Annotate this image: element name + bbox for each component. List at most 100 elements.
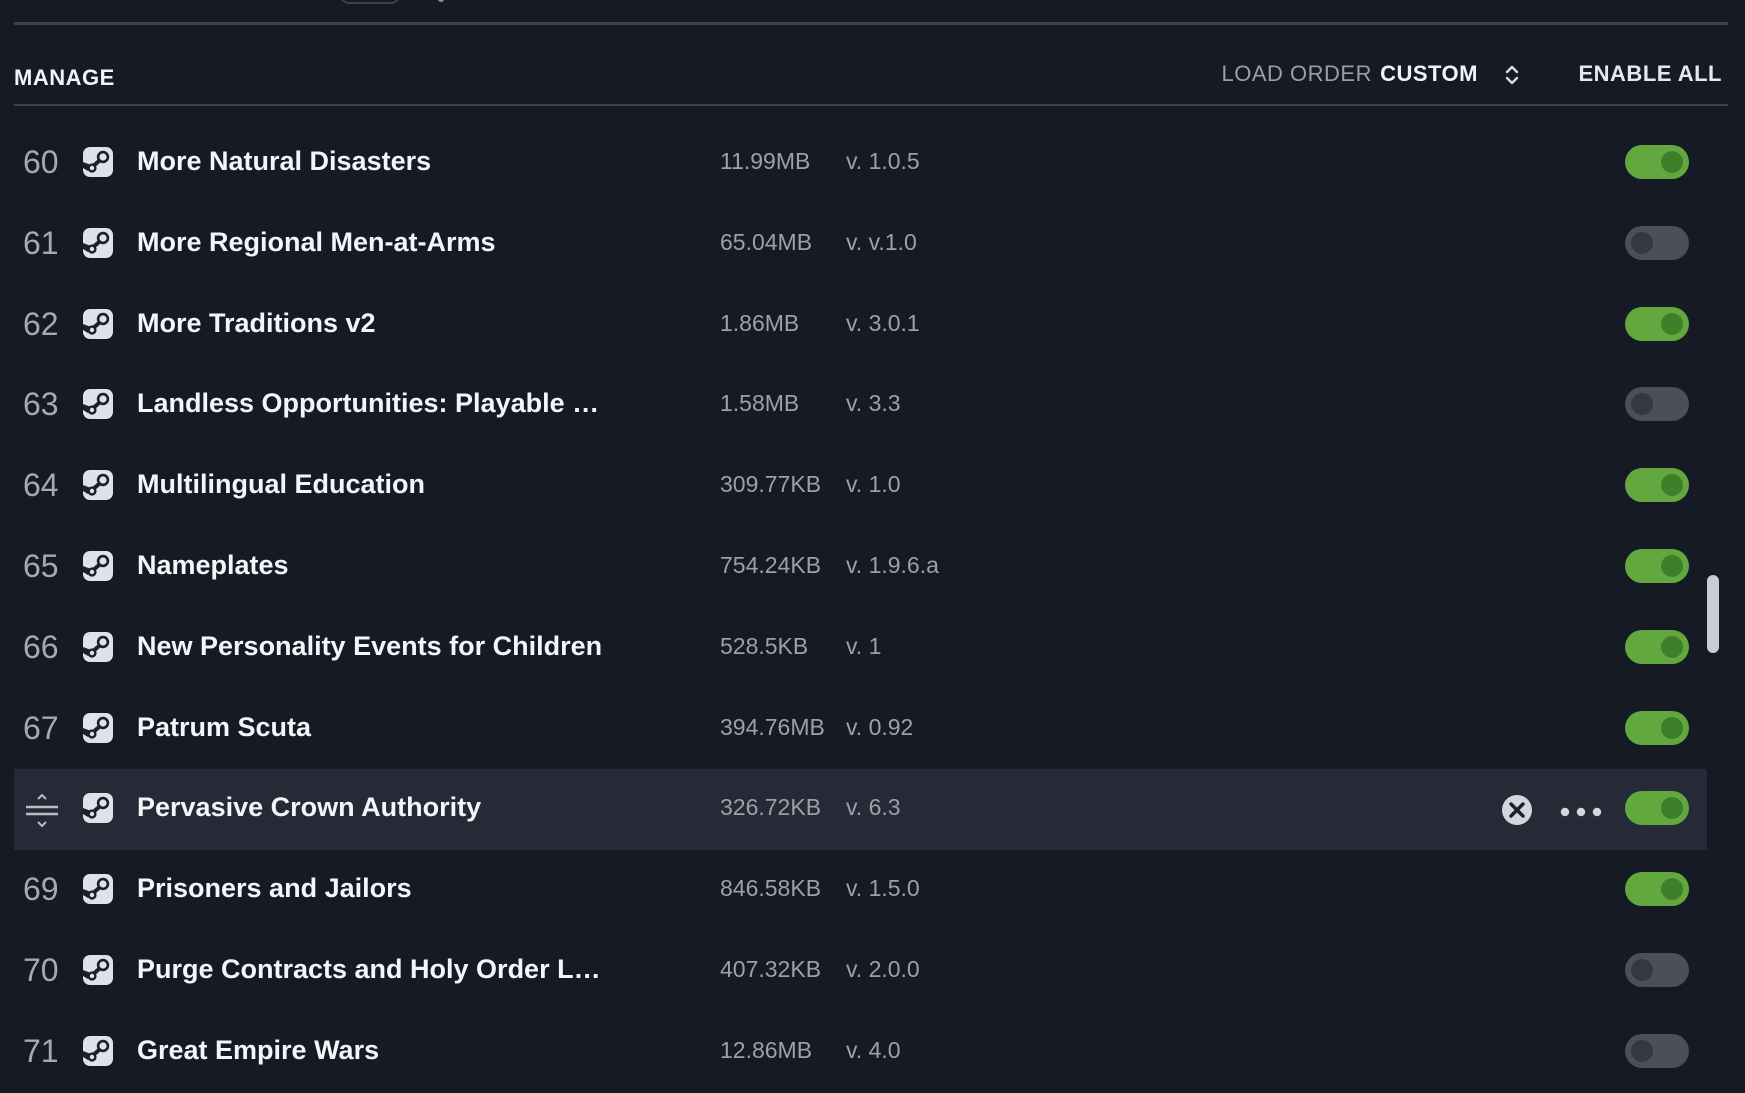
mod-version: v. 1 <box>846 632 882 659</box>
mod-name: Patrum Scuta <box>137 711 312 742</box>
mod-size: 846.58KB <box>720 875 822 902</box>
steam-icon <box>83 712 113 743</box>
mod-version: v. v.1.0 <box>846 228 917 255</box>
toggle-knob <box>1661 554 1683 577</box>
toggle-knob <box>1631 393 1653 416</box>
toggle-knob <box>1661 474 1683 497</box>
toggle-knob <box>1661 151 1683 173</box>
toggle-knob <box>1661 312 1683 335</box>
mod-row[interactable]: Pervasive Crown Authority 326.72KB v. 6.… <box>14 769 1707 851</box>
manage-header: MANAGE LOAD ORDER CUSTOM ENABLE ALL <box>14 50 1728 106</box>
mod-size: 309.77KB <box>720 471 822 498</box>
enable-toggle[interactable] <box>1625 1033 1689 1068</box>
enable-toggle[interactable] <box>1625 468 1689 503</box>
enable-toggle[interactable] <box>1625 629 1689 664</box>
enable-toggle[interactable] <box>1625 306 1689 341</box>
load-order-select[interactable]: CUSTOM <box>1380 61 1478 87</box>
mod-version: v. 6.3 <box>846 794 901 821</box>
steam-icon <box>83 793 113 824</box>
mod-version: v. 1.9.6.a <box>846 551 939 578</box>
steam-icon <box>83 470 113 501</box>
mod-index: 65 <box>23 547 59 584</box>
mod-row[interactable]: 66 New Personality Events for Children 5… <box>14 608 1707 689</box>
mod-index: 62 <box>23 305 59 342</box>
toggle-knob <box>1631 1039 1653 1062</box>
steam-icon <box>83 631 113 662</box>
steam-icon <box>83 954 113 985</box>
steam-icon <box>83 308 113 339</box>
mod-version: v. 3.0.1 <box>846 309 920 336</box>
mod-list: 60 More Natural Disasters 11.99MB v. 1.0… <box>14 123 1707 1093</box>
mod-version: v. 0.92 <box>846 713 914 740</box>
mod-size: 1.58MB <box>720 390 800 417</box>
toggle-knob <box>1661 635 1683 658</box>
enable-all-button[interactable]: ENABLE ALL <box>1578 61 1722 87</box>
mod-index: 60 <box>23 144 59 180</box>
steam-icon <box>83 227 113 258</box>
toggle-knob <box>1661 797 1683 820</box>
mod-row[interactable]: 65 Nameplates 754.24KB v. 1.9.6.a <box>14 527 1707 608</box>
enable-toggle[interactable] <box>1625 387 1689 422</box>
mod-size: 528.5KB <box>720 632 809 659</box>
toggle-knob <box>1631 231 1653 254</box>
steam-icon <box>83 550 113 581</box>
mod-name: More Natural Disasters <box>137 146 432 176</box>
toggle-knob <box>1631 958 1653 981</box>
mod-name: Multilingual Education <box>137 469 425 500</box>
mod-row[interactable]: 71 Great Empire Wars 12.86MB v. 4.0 <box>14 1012 1707 1093</box>
sort-updown-icon[interactable] <box>1504 62 1520 88</box>
mod-name: Nameplates <box>137 549 289 580</box>
enable-toggle[interactable] <box>1625 872 1689 907</box>
manage-title: MANAGE <box>14 65 115 90</box>
mod-index: 61 <box>23 224 59 261</box>
mod-size: 754.24KB <box>720 551 822 578</box>
mod-name: Prisoners and Jailors <box>137 873 412 904</box>
mod-row[interactable]: 70 Purge Contracts and Holy Order L… 407… <box>14 931 1707 1012</box>
enable-toggle[interactable] <box>1625 952 1689 987</box>
mod-name: Landless Opportunities: Playable … <box>137 388 600 419</box>
mod-row[interactable]: 64 Multilingual Education 309.77KB v. 1.… <box>14 446 1707 527</box>
top-tab-fragment <box>340 0 400 4</box>
mod-row[interactable]: 60 More Natural Disasters 11.99MB v. 1.0… <box>14 123 1707 204</box>
mod-index: 66 <box>23 628 59 665</box>
mod-row[interactable]: 63 Landless Opportunities: Playable … 1.… <box>14 365 1707 446</box>
enable-toggle[interactable] <box>1625 548 1689 583</box>
mod-row[interactable]: 61 More Regional Men-at-Arms 65.04MB v. … <box>14 204 1707 285</box>
mod-index: 69 <box>23 871 59 908</box>
enable-toggle[interactable] <box>1625 710 1689 745</box>
mod-version: v. 1.0.5 <box>846 148 920 174</box>
more-options-icon[interactable] <box>1560 807 1602 817</box>
mod-version: v. 4.0 <box>846 1036 901 1063</box>
mod-version: v. 3.3 <box>846 390 901 417</box>
mod-row[interactable]: 62 More Traditions v2 1.86MB v. 3.0.1 <box>14 285 1707 366</box>
steam-icon <box>83 1035 113 1066</box>
top-dot-fragment <box>438 0 444 2</box>
scrollbar-thumb[interactable] <box>1707 575 1719 653</box>
mod-index: 70 <box>23 951 59 988</box>
mod-row[interactable]: 67 Patrum Scuta 394.76MB v. 0.92 <box>14 689 1707 770</box>
mod-size: 407.32KB <box>720 955 822 982</box>
mod-index: 67 <box>23 709 59 746</box>
enable-toggle[interactable] <box>1625 225 1689 260</box>
mod-size: 394.76MB <box>720 713 825 740</box>
enable-toggle[interactable] <box>1625 145 1689 179</box>
top-divider <box>14 22 1728 25</box>
mod-version: v. 1.5.0 <box>846 875 920 902</box>
mod-size: 326.72KB <box>720 794 822 821</box>
mod-name: More Traditions v2 <box>137 307 376 338</box>
toggle-knob <box>1661 716 1683 739</box>
enable-toggle[interactable] <box>1625 791 1689 826</box>
mod-size: 11.99MB <box>720 148 811 174</box>
steam-icon <box>83 874 113 905</box>
steam-icon <box>83 389 113 420</box>
drag-handle-icon[interactable] <box>24 793 60 829</box>
mod-version: v. 1.0 <box>846 471 901 498</box>
mod-version: v. 2.0.0 <box>846 955 920 982</box>
mod-name: Pervasive Crown Authority <box>137 792 482 823</box>
toggle-knob <box>1661 878 1683 901</box>
mod-index: 63 <box>23 386 59 423</box>
mod-name: Great Empire Wars <box>137 1034 380 1065</box>
mod-row[interactable]: 69 Prisoners and Jailors 846.58KB v. 1.5… <box>14 850 1707 931</box>
mod-size: 1.86MB <box>720 309 800 336</box>
remove-icon[interactable] <box>1501 794 1533 826</box>
